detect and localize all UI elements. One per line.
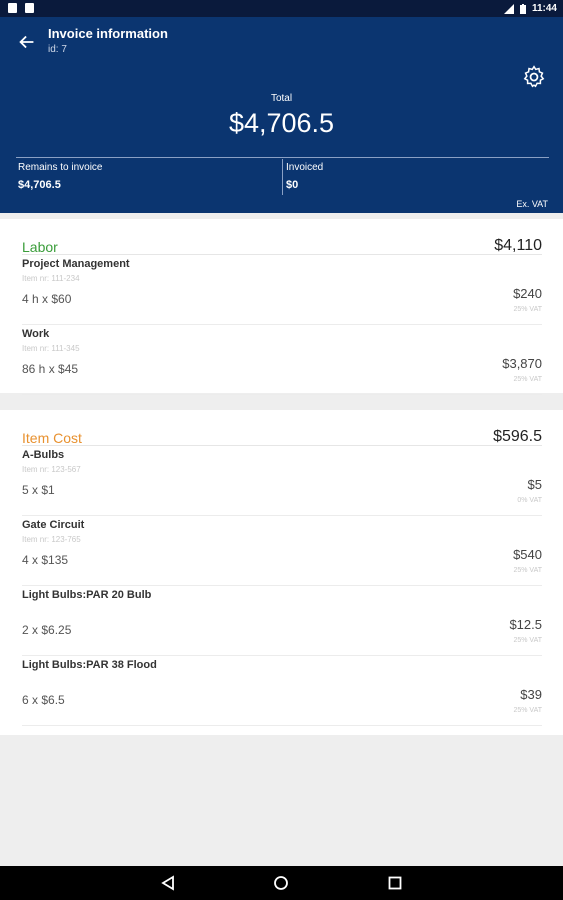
item-vat: 25% VAT	[513, 567, 542, 574]
item-amount: $3,870	[502, 356, 542, 371]
status-bar: 11:44	[0, 0, 563, 17]
item-vat: 25% VAT	[513, 306, 542, 313]
item-name: Light Bulbs:PAR 20 Bulb	[22, 589, 152, 601]
divider	[282, 159, 283, 195]
item-vat: 25% VAT	[513, 707, 542, 714]
battery-icon	[519, 3, 526, 14]
list-item[interactable]: A-Bulbs Item nr: 123-567 5 x $1 $5 0% VA…	[22, 446, 542, 516]
invoiced-value: $0	[286, 179, 299, 191]
item-quantity: 4 x $135	[22, 553, 69, 567]
back-nav-icon[interactable]	[159, 874, 177, 892]
page-title: Invoice information	[48, 26, 168, 41]
labor-section: Labor $4,110 Project Management Item nr:…	[0, 219, 563, 395]
section-header: Labor $4,110	[22, 237, 542, 257]
recents-nav-icon[interactable]	[386, 874, 404, 892]
item-number: Item nr: 111-234	[22, 274, 80, 283]
item-vat: 25% VAT	[513, 637, 542, 644]
list-item[interactable]: Gate Circuit Item nr: 123-765 4 x $135 $…	[22, 516, 542, 586]
remains-label: Remains to invoice	[18, 162, 103, 173]
invoice-header: Invoice information id: 7 Total $4,706.5…	[0, 17, 563, 213]
divider	[16, 157, 549, 158]
item-vat: 0% VAT	[517, 497, 542, 504]
gear-icon[interactable]	[521, 64, 547, 90]
signal-icon	[503, 3, 514, 14]
item-name: Light Bulbs:PAR 38 Flood	[22, 659, 157, 671]
section-title: Item Cost	[22, 430, 82, 446]
item-number: Item nr: 123-765	[22, 535, 81, 544]
remains-value: $4,706.5	[18, 179, 61, 191]
item-quantity: 86 h x $45	[22, 362, 79, 376]
status-time: 11:44	[531, 3, 557, 14]
section-total: $4,110	[494, 237, 542, 254]
list-item[interactable]: Project Management Item nr: 111-234 4 h …	[22, 255, 542, 325]
home-nav-icon[interactable]	[272, 874, 290, 892]
item-quantity: 4 h x $60	[22, 292, 72, 306]
item-number: Item nr: 123-567	[22, 465, 81, 474]
vat-note: Ex. VAT	[516, 199, 548, 209]
item-amount: $240	[513, 286, 542, 301]
item-number: Item nr: 111-345	[22, 344, 80, 353]
invoice-id: id: 7	[48, 44, 67, 55]
item-name: Gate Circuit	[22, 519, 85, 531]
invoiced-label: Invoiced	[286, 162, 324, 173]
total-value: $4,706.5	[228, 108, 335, 138]
system-nav-bar	[0, 866, 563, 900]
list-item[interactable]: Light Bulbs:PAR 38 Flood 6 x $6.5 $39 25…	[22, 656, 542, 726]
section-total: $596.5	[493, 428, 542, 445]
item-name: A-Bulbs	[22, 449, 65, 461]
divider	[22, 394, 542, 395]
notification-icon	[8, 3, 17, 13]
item-amount: $12.5	[509, 617, 542, 632]
section-header: Item Cost $596.5	[22, 428, 542, 448]
divider	[22, 725, 542, 726]
total-label: Total	[270, 93, 293, 104]
list-item[interactable]: Work Item nr: 111-345 86 h x $45 $3,870 …	[22, 325, 542, 395]
item-amount: $540	[513, 547, 542, 562]
item-amount: $39	[520, 687, 542, 702]
item-name: Project Management	[22, 258, 130, 270]
item-quantity: 6 x $6.5	[22, 693, 65, 707]
item-quantity: 2 x $6.25	[22, 623, 72, 637]
list-item[interactable]: Light Bulbs:PAR 20 Bulb 2 x $6.25 $12.5 …	[22, 586, 542, 656]
back-arrow-icon[interactable]	[16, 31, 38, 53]
item-cost-section: Item Cost $596.5 A-Bulbs Item nr: 123-56…	[0, 410, 563, 735]
item-quantity: 5 x $1	[22, 483, 55, 497]
item-amount: $5	[527, 477, 542, 492]
section-title: Labor	[22, 239, 58, 255]
item-vat: 25% VAT	[513, 376, 542, 383]
item-name: Work	[22, 328, 50, 340]
notification-icon	[25, 3, 34, 13]
